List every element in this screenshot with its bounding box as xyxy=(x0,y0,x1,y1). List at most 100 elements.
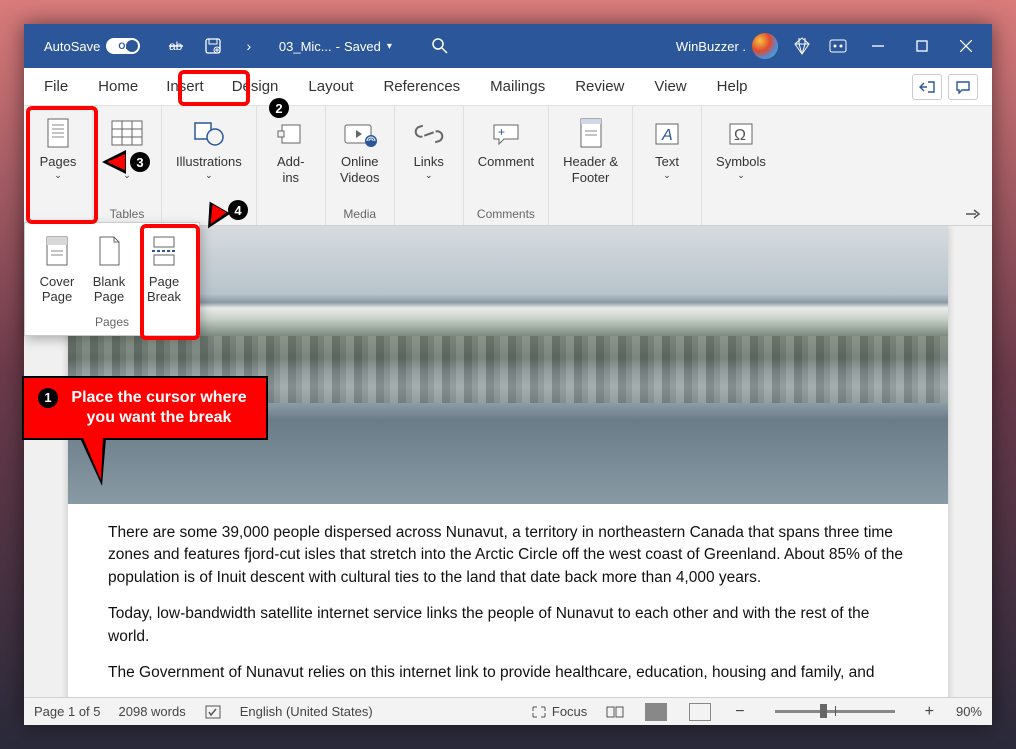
omega-icon: Ω xyxy=(721,116,761,152)
addins-icon xyxy=(271,116,311,152)
shapes-icon xyxy=(189,116,229,152)
cover-page-label: Cover Page xyxy=(40,275,75,305)
tab-mailings[interactable]: Mailings xyxy=(476,70,559,103)
header-footer-button[interactable]: Header & Footer xyxy=(557,112,624,223)
ribbon: Pages ⌄ T ⌄ Tables Illustrations ⌄ xyxy=(24,106,992,226)
online-videos-button[interactable]: Online Videos xyxy=(334,112,386,207)
chevron-down-icon[interactable]: ▾ xyxy=(387,41,392,52)
cover-page-icon xyxy=(41,233,73,271)
save-status: Saved xyxy=(344,39,381,54)
header-footer-label: Header & Footer xyxy=(563,154,618,185)
zoom-slider[interactable] xyxy=(775,710,895,713)
pin-icon[interactable] xyxy=(964,207,982,221)
proofing-icon[interactable] xyxy=(204,704,222,720)
focus-mode-button[interactable]: Focus xyxy=(531,704,587,719)
addins-button[interactable]: Add- ins xyxy=(265,112,317,223)
tab-file[interactable]: File xyxy=(30,70,82,103)
document-body[interactable]: There are some 39,000 people dispersed a… xyxy=(68,504,948,697)
text-icon: A xyxy=(647,116,687,152)
svg-text:A: A xyxy=(661,127,673,144)
comment-label: Comment xyxy=(478,154,534,170)
symbols-label: Symbols xyxy=(716,154,766,170)
tab-view[interactable]: View xyxy=(640,70,700,103)
maximize-button[interactable] xyxy=(900,24,944,68)
pages-dropdown-panel: Cover Page Blank Page Page Break Pages xyxy=(24,222,200,336)
comment-button[interactable]: + Comment xyxy=(472,112,540,207)
strikethrough-icon[interactable]: ab xyxy=(167,36,187,56)
tab-help[interactable]: Help xyxy=(703,70,762,103)
tab-references[interactable]: References xyxy=(369,70,474,103)
autosave-label: AutoSave xyxy=(44,39,100,54)
close-button[interactable] xyxy=(944,24,988,68)
tab-layout[interactable]: Layout xyxy=(294,70,367,103)
tables-group-label: Tables xyxy=(110,207,145,223)
minimize-button[interactable] xyxy=(856,24,900,68)
zoom-level[interactable]: 90% xyxy=(956,704,982,719)
diamond-icon[interactable] xyxy=(792,36,812,56)
video-icon xyxy=(340,116,380,152)
page-indicator[interactable]: Page 1 of 5 xyxy=(34,704,101,719)
save-status-separator: - xyxy=(336,39,340,54)
zoom-in-button[interactable]: + xyxy=(921,703,938,721)
chevron-down-icon: ⌄ xyxy=(54,170,62,181)
language-indicator[interactable]: English (United States) xyxy=(240,704,373,719)
callout-text: Place the cursor where you want the brea… xyxy=(66,388,252,428)
text-label: Text xyxy=(655,154,679,170)
document-image xyxy=(68,226,948,504)
comments-button[interactable] xyxy=(948,74,978,100)
paragraph: There are some 39,000 people dispersed a… xyxy=(108,522,908,589)
annotation-badge-4: 4 xyxy=(228,200,248,220)
page-break-button[interactable]: Page Break xyxy=(135,227,193,311)
tab-review[interactable]: Review xyxy=(561,70,638,103)
share-button[interactable] xyxy=(912,74,942,100)
word-count[interactable]: 2098 words xyxy=(119,704,186,719)
text-button[interactable]: A Text ⌄ xyxy=(641,112,693,223)
tab-home[interactable]: Home xyxy=(84,70,152,103)
statusbar: Page 1 of 5 2098 words English (United S… xyxy=(24,697,992,725)
chevron-down-icon: ⌄ xyxy=(663,170,671,181)
links-button[interactable]: Links ⌄ xyxy=(403,112,455,223)
username: WinBuzzer . xyxy=(676,39,746,54)
tab-insert[interactable]: Insert xyxy=(154,72,216,101)
search-icon[interactable] xyxy=(430,36,450,56)
table-icon xyxy=(107,116,147,152)
page-break-label: Page Break xyxy=(147,275,181,305)
pages-label: Pages xyxy=(40,154,77,170)
annotation-badge-3: 3 xyxy=(130,152,150,172)
svg-text:Ω: Ω xyxy=(734,127,746,144)
autosave-toggle[interactable]: AutoSave On xyxy=(44,38,159,54)
media-group-label: Media xyxy=(343,207,376,223)
titlebar: AutoSave On ab › 03_Mic... - Saved ▾ Win… xyxy=(24,24,992,68)
document-page: There are some 39,000 people dispersed a… xyxy=(68,226,948,697)
zoom-out-button[interactable]: − xyxy=(731,703,748,721)
print-layout-button[interactable] xyxy=(645,703,667,721)
document-filename: 03_Mic... xyxy=(279,39,332,54)
word-window: AutoSave On ab › 03_Mic... - Saved ▾ Win… xyxy=(24,24,992,725)
chevron-down-icon: ⌄ xyxy=(737,170,745,181)
blank-page-label: Blank Page xyxy=(93,275,126,305)
annotation-badge-2: 2 xyxy=(269,98,289,118)
comments-group-label: Comments xyxy=(477,207,535,223)
more-icon[interactable]: › xyxy=(239,36,259,56)
chevron-down-icon: ⌄ xyxy=(205,170,213,181)
web-layout-button[interactable] xyxy=(689,703,711,721)
chevron-down-icon: ⌄ xyxy=(425,170,433,181)
svg-text:+: + xyxy=(498,125,505,139)
autosave-state: On xyxy=(118,41,131,51)
links-label: Links xyxy=(414,154,444,170)
save-icon[interactable] xyxy=(203,36,223,56)
online-videos-label: Online Videos xyxy=(340,154,380,185)
paragraph: The Government of Nunavut relies on this… xyxy=(108,662,908,684)
pages-button[interactable]: Pages ⌄ xyxy=(32,112,84,223)
comment-icon: + xyxy=(486,116,526,152)
blank-page-button[interactable]: Blank Page xyxy=(83,227,135,311)
cover-page-button[interactable]: Cover Page xyxy=(31,227,83,311)
read-mode-button[interactable] xyxy=(605,705,625,719)
app-icon[interactable] xyxy=(828,36,848,56)
addins-label: Add- ins xyxy=(277,154,304,185)
avatar-icon xyxy=(752,33,778,59)
illustrations-label: Illustrations xyxy=(176,154,242,170)
symbols-button[interactable]: Ω Symbols ⌄ xyxy=(710,112,772,223)
account-area[interactable]: WinBuzzer . xyxy=(676,33,778,59)
ribbon-tabs: File Home Insert Design Layout Reference… xyxy=(24,68,992,106)
